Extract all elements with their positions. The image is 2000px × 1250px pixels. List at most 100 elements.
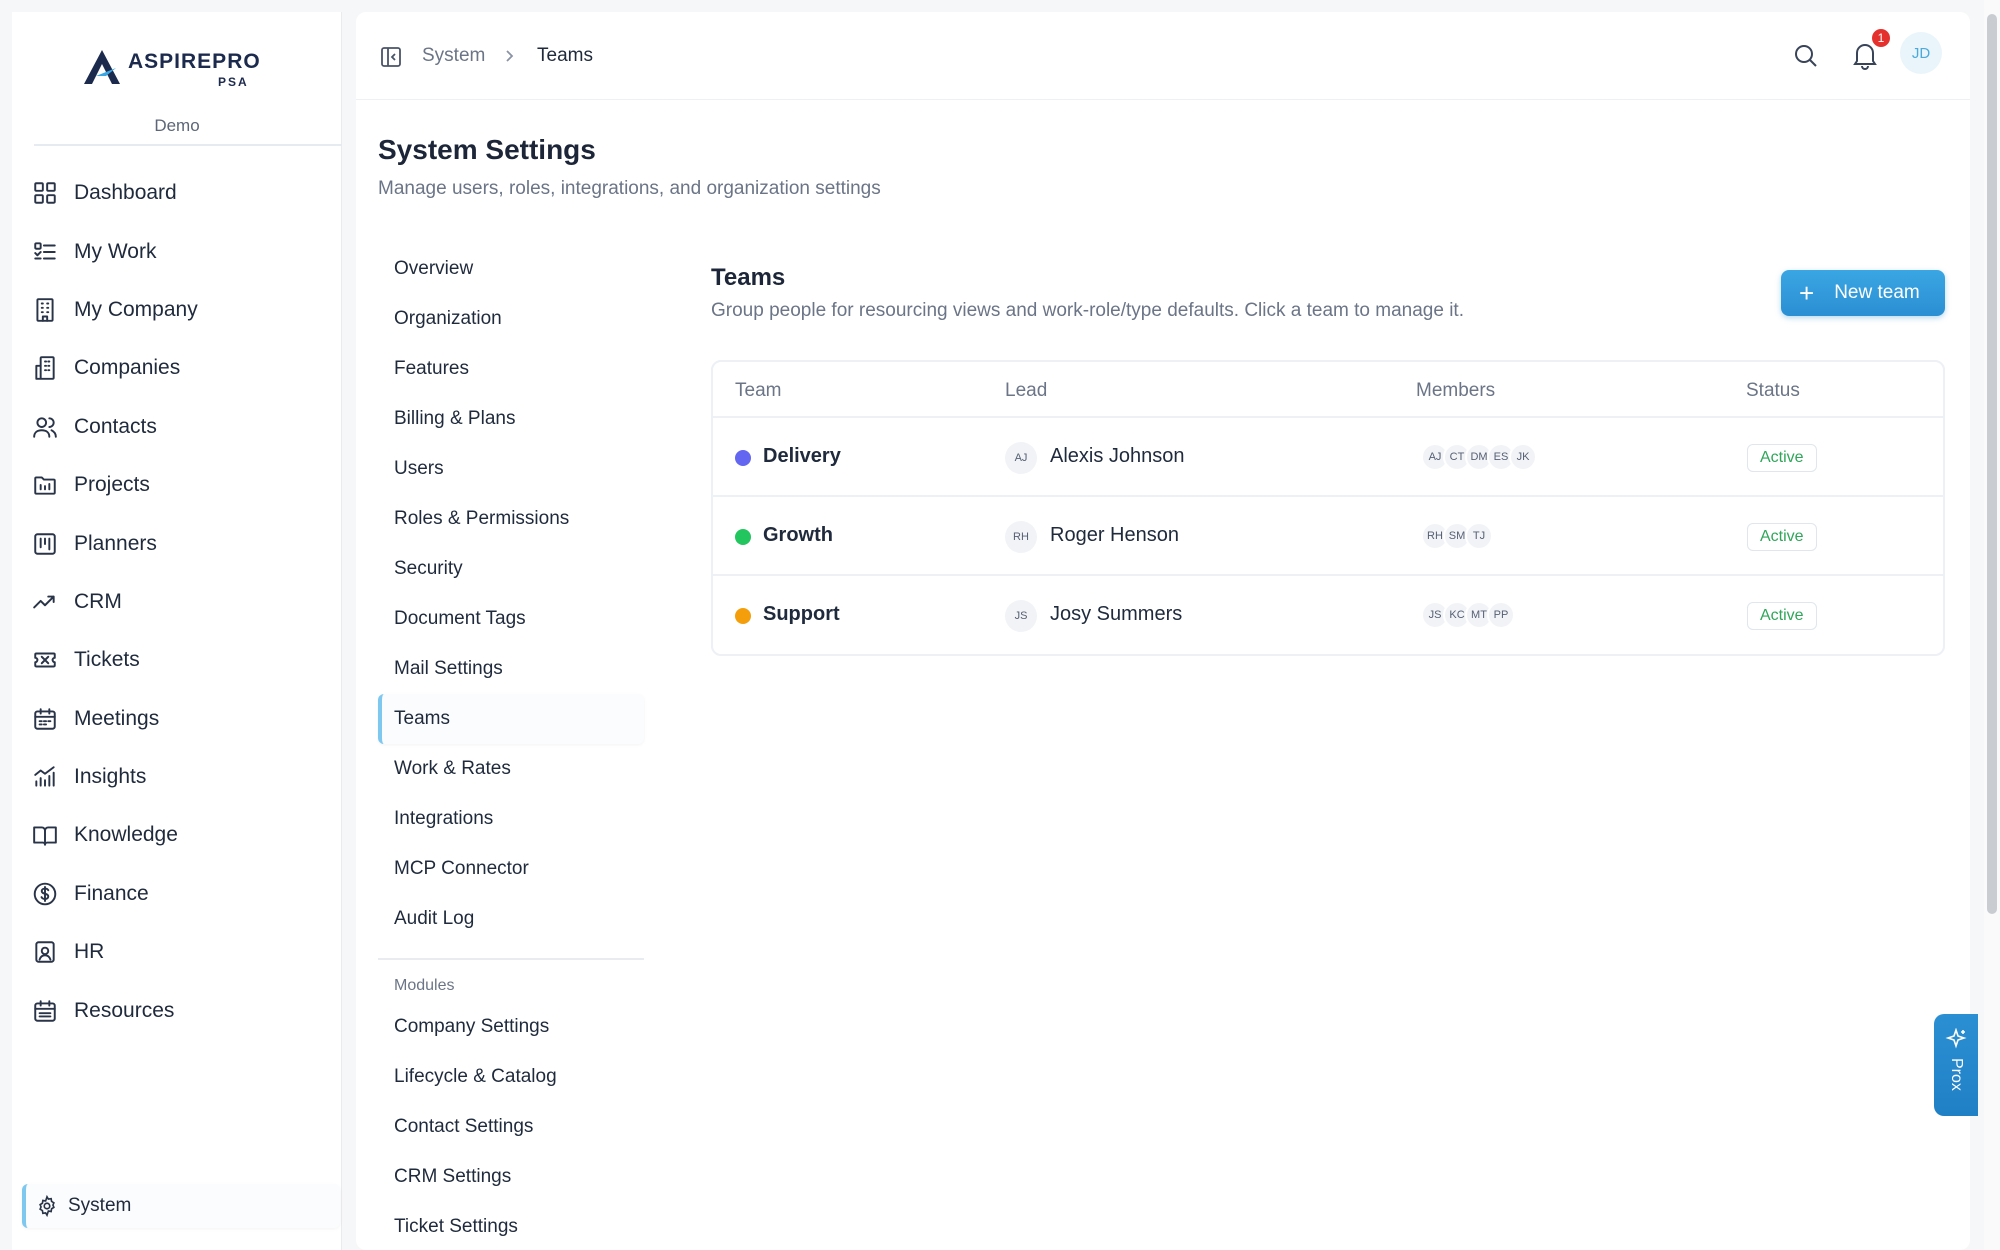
sidebar-item-system[interactable]: System [22,1184,340,1228]
sidebar-item-projects[interactable]: Projects [12,456,342,514]
chevron-right-icon [506,50,514,62]
lead-avatar: AJ [1005,442,1037,474]
lead-avatar: JS [1005,600,1037,632]
sidebar-toggle-icon[interactable] [380,46,402,68]
sidebar: ASPIREPRO PSA Demo Dashboard My Work My … [12,12,342,1250]
trend-icon [33,595,55,609]
team-color-dot [735,529,751,545]
column-members: Members [1416,380,1496,401]
chart-icon [34,766,55,787]
sidebar-item-my-company[interactable]: My Company [12,281,342,339]
table-row[interactable]: Delivery AJ Alexis Johnson AJ CT DM ES J… [713,418,1943,497]
table-row[interactable]: Growth RH Roger Henson RH SM TJ Active [713,497,1943,576]
settings-nav-teams[interactable]: Teams [378,694,644,744]
section-title: Teams [711,264,786,291]
sidebar-item-knowledge[interactable]: Knowledge [12,806,342,864]
settings-nav-work-rates[interactable]: Work & Rates [378,744,644,794]
settings-nav-ticket-settings[interactable]: Ticket Settings [378,1202,644,1250]
settings-nav-security[interactable]: Security [378,544,644,594]
member-avatars: RH SM TJ [1421,522,1493,550]
page-subtitle: Manage users, roles, integrations, and o… [378,178,881,199]
search-icon[interactable] [1792,42,1820,70]
new-team-button[interactable]: + New team [1781,270,1945,316]
settings-nav-features[interactable]: Features [378,344,644,394]
settings-nav-company-settings[interactable]: Company Settings [378,1002,644,1052]
member-avatars: AJ CT DM ES JK [1421,443,1537,471]
plus-icon: + [1799,278,1815,308]
building-icon [36,298,54,322]
grid-icon [34,182,56,204]
sidebar-item-label: HR [74,940,105,964]
settings-nav-audit-log[interactable]: Audit Log [378,894,644,944]
sidebar-item-label: Meetings [74,706,160,730]
users-icon [33,417,57,438]
sidebar-item-label: My Work [74,239,157,263]
member-avatar: JK [1509,443,1537,471]
user-avatar[interactable]: JD [1900,32,1942,74]
brand-logo[interactable]: ASPIREPRO PSA [72,34,312,94]
sidebar-item-contacts[interactable]: Contacts [12,398,342,456]
settings-nav-lifecycle-catalog[interactable]: Lifecycle & Catalog [378,1052,644,1102]
sidebar-item-dashboard[interactable]: Dashboard [12,164,342,222]
settings-nav: Overview Organization Features Billing &… [378,244,644,1250]
sidebar-item-resources[interactable]: Resources [12,981,342,1039]
sidebar-item-planners[interactable]: Planners [12,514,342,572]
settings-nav-contact-settings[interactable]: Contact Settings [378,1102,644,1152]
scrollbar-thumb[interactable] [1987,14,1997,914]
sidebar-item-companies[interactable]: Companies [12,339,342,397]
column-lead: Lead [1005,380,1048,401]
id-badge-icon [35,941,55,963]
assistant-tab[interactable]: Prox [1934,1014,1978,1116]
sidebar-item-finance[interactable]: Finance [12,865,342,923]
dollar-icon [33,882,57,906]
sidebar-item-label: System [68,1195,132,1216]
sidebar-item-tickets[interactable]: Tickets [12,631,342,689]
checklist-icon [34,241,56,260]
settings-nav-crm-settings[interactable]: CRM Settings [378,1152,644,1202]
settings-nav-organization[interactable]: Organization [378,294,644,344]
sidebar-item-label: CRM [74,589,122,613]
settings-nav-integrations[interactable]: Integrations [378,794,644,844]
status-badge: Active [1747,523,1817,551]
main-panel: System Teams 1 JD System Settings Manage… [356,12,1970,1250]
status-badge: Active [1747,444,1817,472]
sidebar-item-crm[interactable]: CRM [12,573,342,631]
page-scrollbar[interactable] [1984,0,2000,1250]
sidebar-item-label: Projects [74,473,150,497]
brand-name: ASPIREPRO [128,50,261,73]
lead-avatar: RH [1005,521,1037,553]
page-title: System Settings [378,134,596,165]
member-avatar: TJ [1465,522,1493,550]
settings-nav-mail-settings[interactable]: Mail Settings [378,644,644,694]
sparkle-icon [1945,1028,1967,1049]
sidebar-item-meetings[interactable]: Meetings [12,690,342,748]
breadcrumb-teams: Teams [537,45,593,66]
table-row[interactable]: Support JS Josy Summers JS KC MT PP Acti… [713,576,1943,655]
sidebar-item-insights[interactable]: Insights [12,748,342,806]
team-name: Support [763,603,840,625]
sidebar-item-label: Companies [74,356,181,380]
sidebar-item-hr[interactable]: HR [12,923,342,981]
sidebar-item-label: Resources [74,998,175,1022]
settings-nav-mcp-connector[interactable]: MCP Connector [378,844,644,894]
breadcrumb-system[interactable]: System [422,45,485,67]
top-bar: System Teams 1 JD [356,12,1970,100]
settings-nav-document-tags[interactable]: Document Tags [378,594,644,644]
sidebar-item-my-work[interactable]: My Work [12,222,342,280]
sidebar-item-label: Dashboard [74,181,177,205]
brand-sub: PSA [218,75,249,89]
teams-table: Team Lead Members Status Delivery AJ Ale… [711,360,1945,656]
sidebar-item-label: Planners [74,531,157,555]
sidebar-item-label: Tickets [74,648,140,672]
settings-nav-roles[interactable]: Roles & Permissions [378,494,644,544]
settings-nav-users[interactable]: Users [378,444,644,494]
buildings-icon [35,356,55,381]
settings-nav-billing[interactable]: Billing & Plans [378,394,644,444]
sidebar-divider [34,144,342,146]
table-header: Team Lead Members Status [713,362,1943,418]
modules-heading: Modules [394,977,455,994]
team-color-dot [735,450,751,466]
settings-nav-overview[interactable]: Overview [378,244,644,294]
ticket-icon [34,652,56,668]
org-name: Demo [154,116,200,135]
